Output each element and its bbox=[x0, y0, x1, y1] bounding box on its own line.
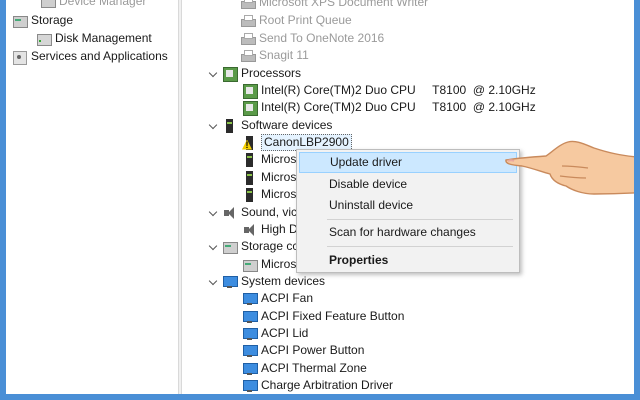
menu-item-properties[interactable]: Properties bbox=[299, 250, 517, 271]
services-icon bbox=[12, 50, 27, 65]
nav-item-disk-management[interactable]: Disk Management bbox=[36, 30, 152, 47]
printer-icon bbox=[240, 0, 256, 10]
printer-icon bbox=[240, 14, 256, 28]
processor-icon bbox=[242, 83, 258, 99]
nav-item-storage[interactable]: Storage bbox=[12, 12, 73, 29]
pointing-hand-icon bbox=[505, 140, 634, 195]
tree-item-storage-controller[interactable]: Micros bbox=[242, 256, 296, 273]
software-device-icon bbox=[242, 170, 257, 185]
processor-icon bbox=[242, 100, 258, 116]
chevron-down-icon[interactable] bbox=[208, 242, 218, 252]
tree-item-sound-device[interactable]: High D bbox=[242, 221, 298, 238]
tree-category-sound[interactable]: Sound, vic bbox=[208, 204, 297, 221]
system-device-icon bbox=[242, 327, 258, 341]
system-device-icon bbox=[242, 362, 258, 376]
tree-item-processor[interactable]: Intel(R) Core(TM)2 Duo CPU T8100 @ 2.10G… bbox=[242, 99, 536, 116]
disk-icon bbox=[36, 32, 52, 46]
software-device-icon bbox=[242, 187, 257, 202]
system-device-icon bbox=[242, 344, 258, 358]
chevron-down-icon[interactable] bbox=[208, 277, 218, 287]
system-device-icon bbox=[222, 275, 238, 289]
storage-icon bbox=[12, 14, 28, 28]
device-manager-icon bbox=[40, 0, 56, 9]
processor-icon bbox=[222, 66, 238, 82]
software-device-icon bbox=[242, 152, 257, 167]
speaker-icon bbox=[242, 223, 257, 237]
chevron-down-icon[interactable] bbox=[208, 121, 218, 131]
tree-category-software-devices[interactable]: Software devices bbox=[208, 117, 332, 134]
tree-item-system-device[interactable]: ACPI Fan bbox=[242, 290, 313, 307]
tree-item-system-device[interactable]: ACPI Lid bbox=[242, 325, 308, 342]
tree-item-printer[interactable]: Snagit 11 bbox=[240, 47, 309, 64]
nav-item-device-manager[interactable]: Device Manager bbox=[40, 0, 146, 10]
software-device-icon bbox=[222, 118, 237, 133]
chevron-down-icon[interactable] bbox=[208, 69, 218, 79]
menu-item-disable-device[interactable]: Disable device bbox=[299, 174, 517, 195]
context-menu: Update driver Disable device Uninstall d… bbox=[296, 149, 520, 273]
nav-item-services-and-applications[interactable]: Services and Applications bbox=[12, 48, 168, 65]
menu-separator bbox=[327, 246, 513, 247]
storage-controller-icon bbox=[242, 258, 258, 272]
system-device-icon bbox=[242, 310, 258, 324]
storage-controller-icon bbox=[222, 240, 238, 254]
system-device-icon bbox=[242, 292, 258, 306]
warning-device-icon bbox=[242, 135, 257, 150]
menu-separator bbox=[327, 219, 513, 220]
printer-icon bbox=[240, 32, 256, 46]
system-device-icon bbox=[242, 379, 258, 393]
tree-item-system-device[interactable]: ACPI Thermal Zone bbox=[242, 360, 367, 377]
tree-item-system-device[interactable]: Charge Arbitration Driver bbox=[242, 377, 393, 394]
tree-category-storage-controllers[interactable]: Storage cc bbox=[208, 238, 298, 255]
tree-category-processors[interactable]: Processors bbox=[208, 65, 301, 82]
menu-item-scan-hardware[interactable]: Scan for hardware changes bbox=[299, 222, 517, 243]
tree-item-processor[interactable]: Intel(R) Core(TM)2 Duo CPU T8100 @ 2.10G… bbox=[242, 82, 536, 99]
menu-item-update-driver[interactable]: Update driver bbox=[299, 152, 517, 173]
tree-item-printer[interactable]: Root Print Queue bbox=[240, 12, 352, 29]
tree-item-system-device[interactable]: ACPI Power Button bbox=[242, 342, 364, 359]
tree-item-software-device[interactable]: Micros bbox=[242, 151, 296, 168]
menu-item-uninstall-device[interactable]: Uninstall device bbox=[299, 195, 517, 216]
tree-item-printer[interactable]: Microsoft XPS Document Writer bbox=[240, 0, 428, 11]
tree-item-software-device[interactable]: Micros bbox=[242, 186, 296, 203]
tree-item-software-device[interactable]: Micros bbox=[242, 169, 296, 186]
tree-item-system-device[interactable]: ACPI Fixed Feature Button bbox=[242, 308, 404, 325]
speaker-icon bbox=[222, 206, 237, 220]
navigation-pane: Device Manager Storage Disk Management S… bbox=[6, 0, 178, 394]
tree-category-system-devices[interactable]: System devices bbox=[208, 273, 325, 290]
tree-item-printer[interactable]: Send To OneNote 2016 bbox=[240, 30, 384, 47]
computer-management-window: Device Manager Storage Disk Management S… bbox=[6, 0, 634, 394]
chevron-down-icon[interactable] bbox=[208, 208, 218, 218]
printer-icon bbox=[240, 49, 256, 63]
